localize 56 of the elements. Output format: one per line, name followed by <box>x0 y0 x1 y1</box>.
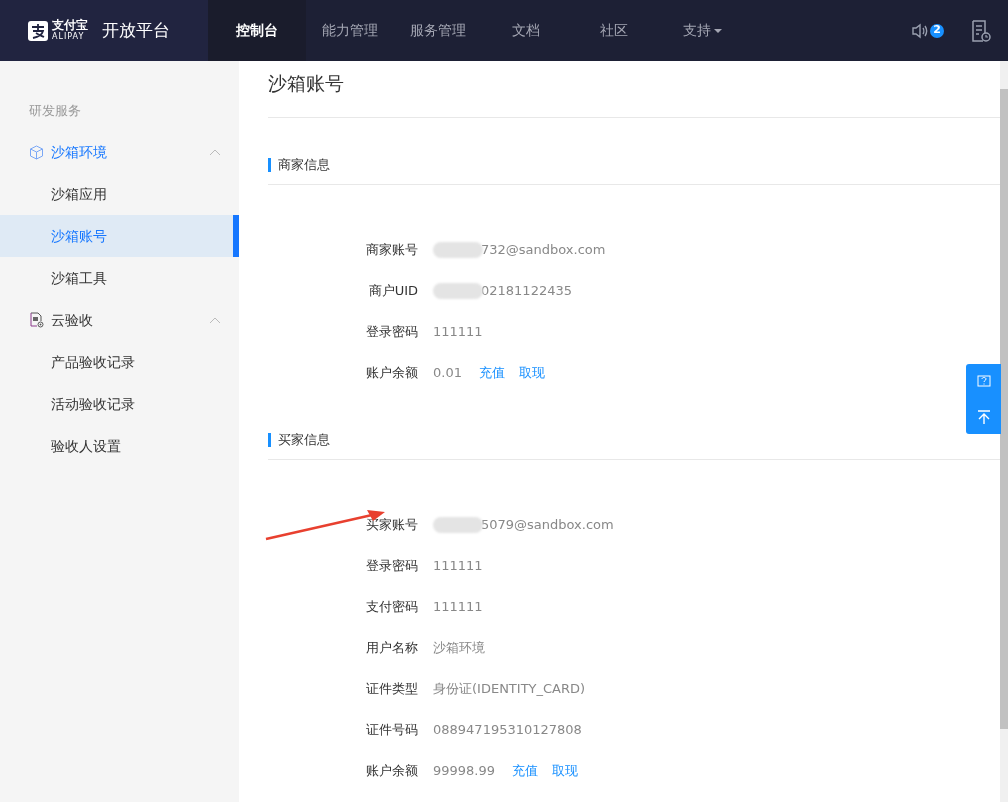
field-value: 111111 <box>433 597 483 616</box>
nav-tab[interactable]: 服务管理 <box>394 0 482 61</box>
field-label: 商户UID <box>368 281 418 300</box>
field-value: 732@sandbox.com <box>481 240 606 259</box>
chevron-icon[interactable] <box>209 148 221 156</box>
sidebar-group[interactable]: 云验收 <box>0 299 239 341</box>
logo-subtext: ALIPAY <box>52 31 86 43</box>
help-icon[interactable] <box>976 374 991 389</box>
sidebar-item[interactable]: 产品验收记录 <box>0 341 239 383</box>
back-to-top-icon[interactable] <box>976 409 991 424</box>
field-value: 02181122435 <box>481 281 572 300</box>
field-label: 登录密码 <box>366 322 418 341</box>
notification-badge: 2 <box>930 23 944 38</box>
nav-tab[interactable]: 能力管理 <box>306 0 394 61</box>
sidebar-item[interactable]: 沙箱工具 <box>0 257 239 299</box>
sidebar-heading: 研发服务 <box>28 102 82 121</box>
section-title: 买家信息 <box>278 431 330 449</box>
field-value: 5079@sandbox.com <box>481 515 614 534</box>
sidebar-item[interactable]: 验收人设置 <box>0 425 239 467</box>
scrollbar[interactable] <box>1000 61 1008 802</box>
field-value: 0.01 <box>433 363 462 382</box>
page-title: 沙箱账号 <box>268 71 345 96</box>
field-value: 身份证(IDENTITY_CARD) <box>433 679 586 698</box>
nav-tab[interactable]: 社区 <box>570 0 658 61</box>
nav-tab[interactable]: 支持 <box>658 0 746 61</box>
section-marker <box>268 158 271 172</box>
field-label: 账户余额 <box>366 363 418 382</box>
field-value: 99998.99 <box>433 761 496 780</box>
field-value: 111111 <box>433 556 483 575</box>
section-title: 商家信息 <box>278 156 330 174</box>
speaker-icon[interactable] <box>911 21 929 40</box>
field-label: 用户名称 <box>366 638 418 657</box>
chevron-icon[interactable] <box>209 316 221 324</box>
document-clock-icon[interactable] <box>970 19 992 42</box>
field-value: 088947195310127808 <box>433 720 582 739</box>
sidebar-group[interactable]: 沙箱环境 <box>0 131 239 173</box>
field-value: 111111 <box>433 322 483 341</box>
cube-icon <box>29 144 44 160</box>
sidebar-item[interactable]: 沙箱应用 <box>0 173 239 215</box>
alipay-logo-icon <box>28 20 48 41</box>
caret-icon <box>713 28 722 33</box>
nav-tab[interactable]: 控制台 <box>208 0 306 61</box>
field-value: 沙箱环境 <box>433 638 485 657</box>
section-marker <box>268 433 271 447</box>
field-label: 商家账号 <box>366 240 418 259</box>
field-label: 账户余额 <box>366 761 418 780</box>
field-label: 支付密码 <box>366 597 418 616</box>
field-label: 买家账号 <box>366 515 418 534</box>
field-label: 证件类型 <box>366 679 418 698</box>
sidebar-item[interactable]: 活动验收记录 <box>0 383 239 425</box>
product-title: 开放平台 <box>102 18 170 42</box>
nav-tab[interactable]: 文档 <box>482 0 570 61</box>
document-eye-icon <box>29 312 44 328</box>
logo-text: 支付宝 <box>52 18 88 31</box>
field-label: 证件号码 <box>366 720 418 739</box>
field-label: 登录密码 <box>366 556 418 575</box>
